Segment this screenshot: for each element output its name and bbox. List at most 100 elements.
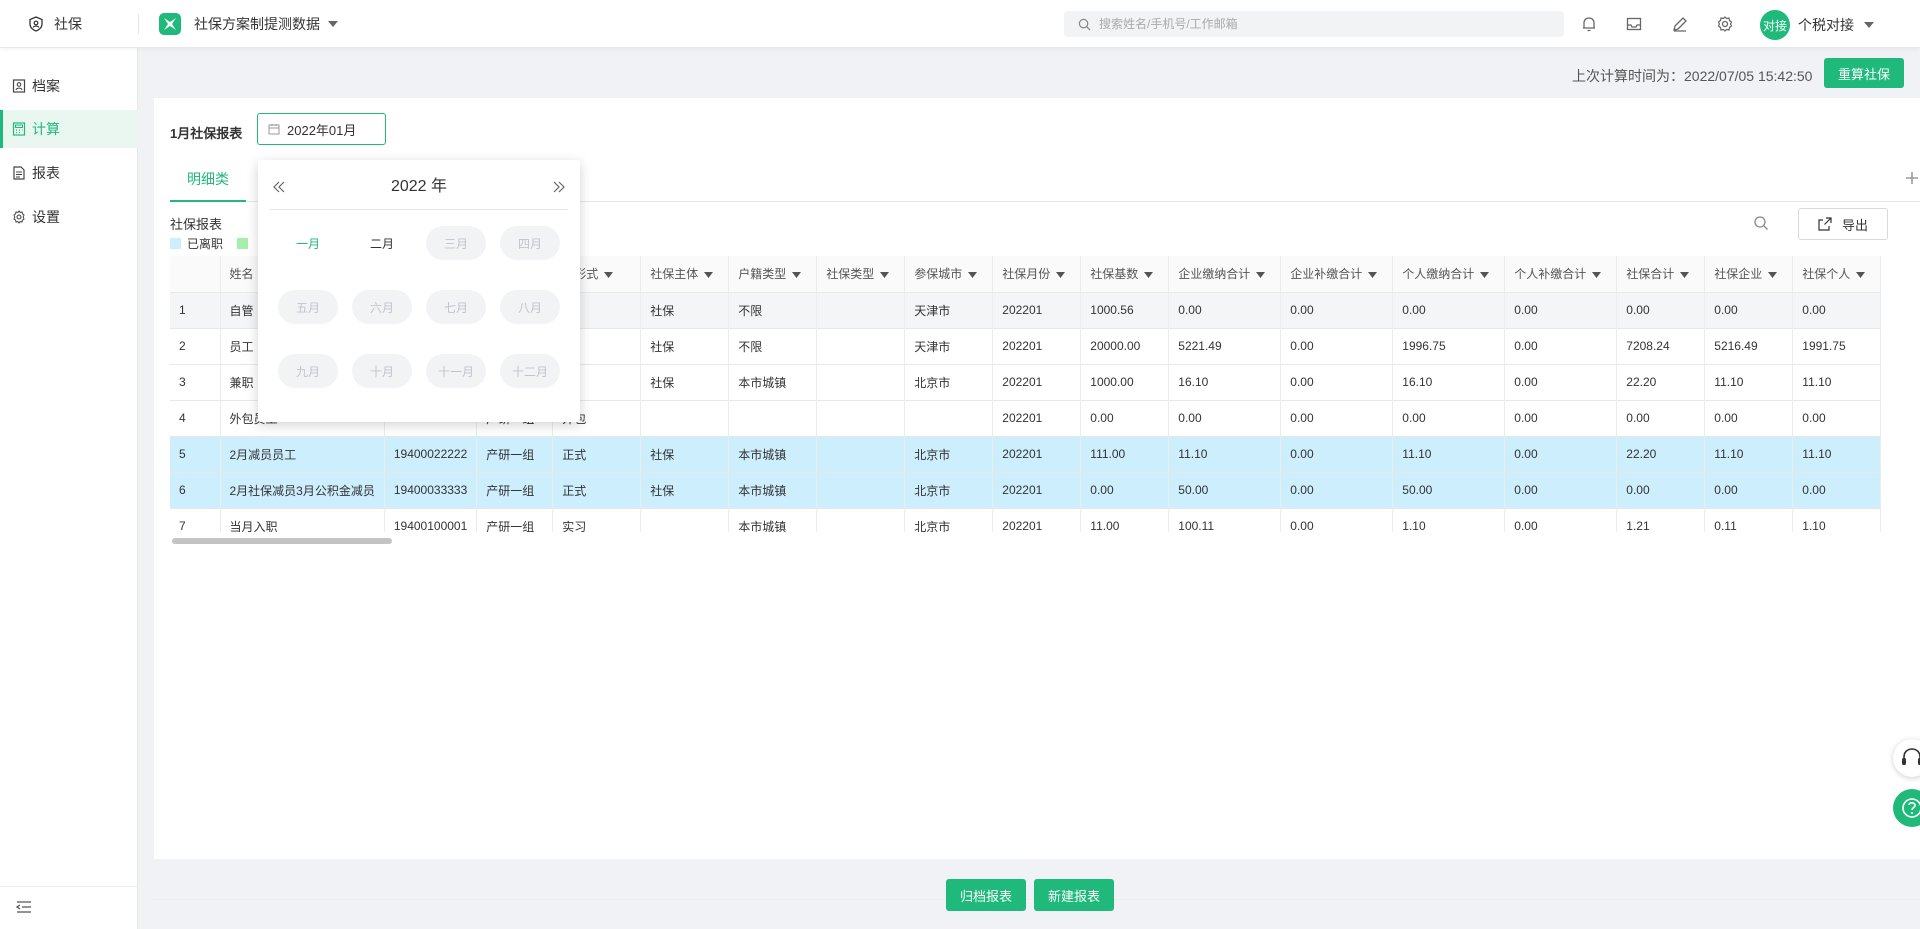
- month-option: 七月: [426, 290, 486, 324]
- column-header-label: 个人补缴合计: [1514, 267, 1587, 282]
- bell-icon[interactable]: [1580, 15, 1598, 33]
- user-menu[interactable]: 对接 个税对接: [1760, 10, 1874, 40]
- column-header-label: 社保月份: [1002, 267, 1051, 282]
- help-button[interactable]: [1893, 789, 1920, 827]
- table-cell: 2月减员员工: [220, 436, 385, 473]
- filter-caret-icon[interactable]: [1856, 272, 1866, 279]
- table-cell: 0.00: [1704, 292, 1794, 329]
- plus-icon[interactable]: [1904, 170, 1920, 186]
- filter-caret-icon[interactable]: [1768, 272, 1778, 279]
- table-cell: 2: [170, 328, 221, 365]
- table-title: 社保报表: [170, 217, 223, 232]
- picker-year[interactable]: 2022 年: [270, 174, 568, 200]
- report-title: 1月社保报表: [170, 126, 243, 141]
- legend-item: 已离职: [170, 235, 223, 252]
- inbox-icon[interactable]: [1625, 15, 1643, 33]
- column-header[interactable]: 社保企业: [1704, 256, 1794, 293]
- sidebar-item-settings[interactable]: 设置: [0, 198, 138, 236]
- edit-icon[interactable]: [1671, 15, 1689, 33]
- table-cell: 0.00: [1504, 328, 1618, 365]
- filter-caret-icon[interactable]: [1480, 272, 1490, 279]
- column-header-label: 社保合计: [1626, 267, 1675, 282]
- month-option: 三月: [426, 226, 486, 260]
- company-switcher[interactable]: 社保方案制提测数据: [158, 12, 338, 36]
- table-cell: 本市城镇: [728, 436, 818, 473]
- avatar: 对接: [1760, 10, 1790, 40]
- table-row[interactable]: 7 当月入职 19400100001 产研一组 实习 本市城镇 北京市 202201 11.00…: [170, 508, 1882, 532]
- column-header[interactable]: 社保基数: [1080, 256, 1170, 293]
- collapse-sidebar-icon[interactable]: [16, 900, 32, 914]
- table-cell: 202201: [992, 508, 1082, 532]
- tab-detail[interactable]: 明细类: [170, 158, 246, 202]
- column-header-label: 社保基数: [1090, 267, 1139, 282]
- sidebar-item-report[interactable]: 报表: [0, 154, 138, 192]
- table-cell: 202201: [992, 328, 1082, 365]
- filter-caret-icon[interactable]: [1144, 272, 1154, 279]
- filter-caret-icon[interactable]: [1256, 272, 1266, 279]
- table-cell: 11.10: [1704, 364, 1794, 401]
- column-header[interactable]: 个人缴纳合计: [1392, 256, 1506, 293]
- filter-caret-icon[interactable]: [704, 272, 714, 279]
- column-header[interactable]: 社保合计: [1616, 256, 1706, 293]
- search-input[interactable]: [1099, 17, 1539, 31]
- filter-caret-icon[interactable]: [792, 272, 802, 279]
- column-header[interactable]: 社保类型: [816, 256, 906, 293]
- sidebar-item-label: 报表: [32, 165, 60, 181]
- table-cell: 202201: [992, 292, 1082, 329]
- global-search[interactable]: [1064, 11, 1564, 37]
- export-button[interactable]: 导出: [1798, 208, 1888, 240]
- column-header[interactable]: 社保个人: [1792, 256, 1882, 293]
- filter-caret-icon[interactable]: [1592, 272, 1602, 279]
- column-header[interactable]: 企业补缴合计: [1280, 256, 1394, 293]
- filter-caret-icon[interactable]: [604, 272, 614, 279]
- column-header[interactable]: 企业缴纳合计: [1168, 256, 1282, 293]
- filter-caret-icon[interactable]: [880, 272, 890, 279]
- customer-service-button[interactable]: [1893, 739, 1920, 777]
- export-icon: [1818, 217, 1832, 231]
- search-icon[interactable]: [1753, 215, 1769, 231]
- horizontal-scrollbar[interactable]: [172, 538, 392, 544]
- month-option[interactable]: 一月: [278, 226, 338, 260]
- table-cell: 22.20: [1616, 364, 1706, 401]
- table-cell: 本市城镇: [728, 472, 818, 509]
- new-report-button[interactable]: 新建报表: [1034, 879, 1114, 911]
- table-cell: 2月社保减员3月公积金减员: [220, 472, 385, 509]
- table-row[interactable]: 6 2月社保减员3月公积金减员 19400033333 产研一组 正式 社保 本市城镇 北京市…: [170, 472, 1882, 509]
- table-cell: 7: [170, 508, 221, 532]
- app-brand[interactable]: 社保: [28, 14, 82, 34]
- sidebar-item-calculate[interactable]: 计算: [0, 110, 138, 148]
- table-cell: 19400022222: [384, 436, 478, 473]
- archive-report-button[interactable]: 归档报表: [946, 879, 1026, 911]
- double-chevron-right-icon[interactable]: [550, 178, 568, 196]
- gear-icon[interactable]: [1716, 15, 1734, 33]
- recalculate-button[interactable]: 重算社保: [1824, 58, 1904, 88]
- filter-caret-icon[interactable]: [1368, 272, 1378, 279]
- profile-icon: [12, 79, 26, 93]
- table-cell: [816, 436, 906, 473]
- filter-caret-icon[interactable]: [1056, 272, 1066, 279]
- column-header-label: 社保主体: [650, 267, 699, 282]
- table-row[interactable]: 5 2月减员员工 19400022222 产研一组 正式 社保 本市城镇 北京市 202201 1…: [170, 436, 1882, 473]
- filter-caret-icon[interactable]: [968, 272, 978, 279]
- table-cell: 11.10: [1168, 436, 1282, 473]
- table-cell: [816, 472, 906, 509]
- column-header[interactable]: 社保月份: [992, 256, 1082, 293]
- column-header[interactable]: 参保城市: [904, 256, 994, 293]
- table-cell: 北京市: [904, 364, 994, 401]
- column-header[interactable]: 个人补缴合计: [1504, 256, 1618, 293]
- table-cell: 202201: [992, 400, 1082, 437]
- filter-caret-icon[interactable]: [1680, 272, 1690, 279]
- gear-icon: [13, 210, 25, 224]
- chevron-down-icon: [1864, 22, 1874, 28]
- month-picker-input[interactable]: 2022年01月: [257, 113, 386, 145]
- sidebar-item-archive[interactable]: 档案: [0, 67, 138, 105]
- shield-user-icon: [29, 16, 43, 32]
- month-option[interactable]: 二月: [352, 226, 412, 260]
- column-header[interactable]: 社保主体: [640, 256, 730, 293]
- sidebar-divider: [0, 886, 138, 887]
- table-cell: 0.00: [1792, 472, 1882, 509]
- column-header-label: 企业缴纳合计: [1178, 267, 1251, 282]
- column-header[interactable]: 户籍类型: [728, 256, 818, 293]
- sidebar: 档案 计算 报表 设置: [0, 48, 138, 929]
- legend-item: [237, 238, 254, 249]
